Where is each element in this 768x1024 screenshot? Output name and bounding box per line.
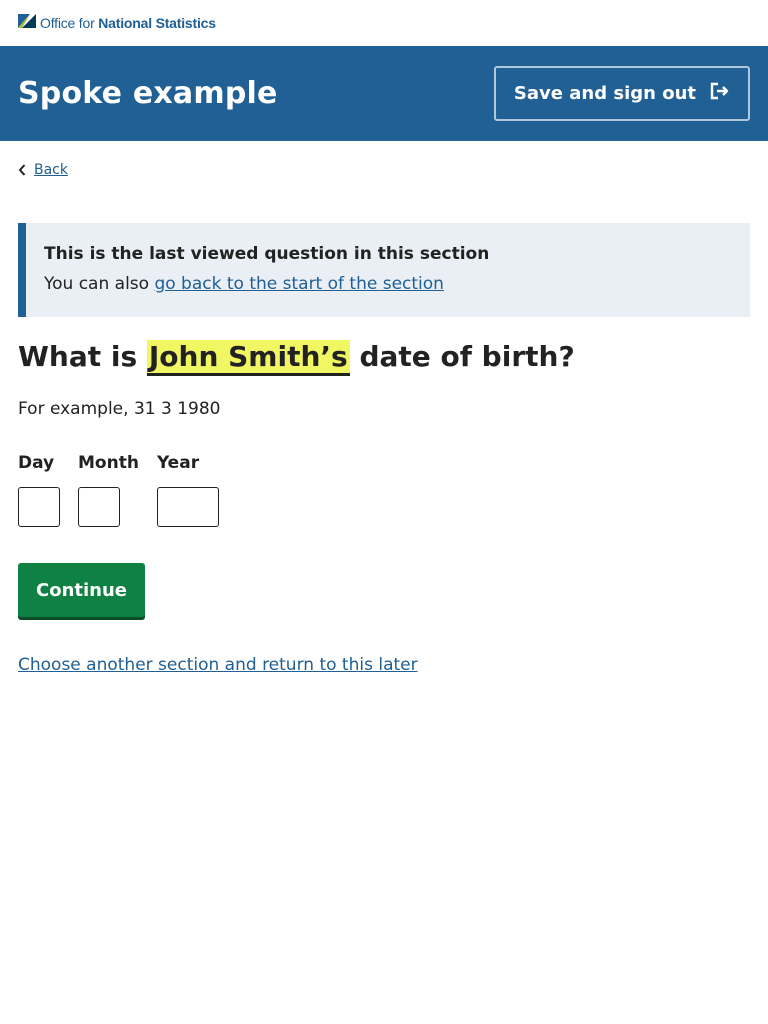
panel-body-prefix: You can also: [44, 274, 150, 294]
logo-name: National Statistics: [98, 15, 216, 31]
panel-title: This is the last viewed question in this…: [44, 244, 490, 264]
continue-button[interactable]: Continue: [18, 563, 146, 617]
question-suffix: date of birth?: [359, 340, 575, 373]
choose-another-section-link[interactable]: Choose another section and return to thi…: [18, 655, 750, 675]
year-field: Year: [156, 453, 219, 527]
date-fields: Day Month Year: [18, 453, 750, 527]
day-field: Day: [18, 453, 60, 527]
save-and-sign-out-button[interactable]: Save and sign out: [493, 66, 750, 121]
ons-logo-link[interactable]: Office for National Statistics: [18, 13, 216, 33]
day-input[interactable]: [18, 487, 60, 527]
year-label: Year: [156, 453, 200, 473]
back-to-section-start-link[interactable]: go back to the start of the section: [154, 274, 444, 294]
service-title: Spoke example: [18, 76, 278, 111]
service-header: Spoke example Save and sign out: [0, 46, 768, 141]
back-link[interactable]: Back: [34, 162, 68, 178]
sign-out-icon: [710, 82, 730, 105]
panel-body: You can also go back to the start of the…: [44, 273, 732, 295]
save-and-sign-out-label: Save and sign out: [513, 83, 696, 104]
day-label: Day: [18, 453, 55, 473]
question-hint: For example, 31 3 1980: [18, 399, 221, 419]
question-highlight: John Smith’s: [146, 340, 350, 376]
info-panel: This is the last viewed question in this…: [18, 223, 750, 317]
month-label: Month: [78, 453, 139, 473]
logo-prefix: Office for: [40, 15, 95, 31]
question-title: What is John Smith’s date of birth?: [18, 337, 750, 377]
month-field: Month: [78, 453, 139, 527]
year-input[interactable]: [156, 487, 219, 527]
back-nav[interactable]: Back: [18, 161, 750, 179]
question-prefix: What is: [18, 340, 138, 373]
ons-logo-text: Office for National Statistics: [40, 15, 216, 31]
chevron-left-icon: [18, 161, 26, 180]
ons-logo-icon: [18, 13, 36, 33]
masthead: Office for National Statistics: [0, 0, 768, 46]
main-content: Back This is the last viewed question in…: [0, 161, 768, 675]
month-input[interactable]: [78, 487, 120, 527]
